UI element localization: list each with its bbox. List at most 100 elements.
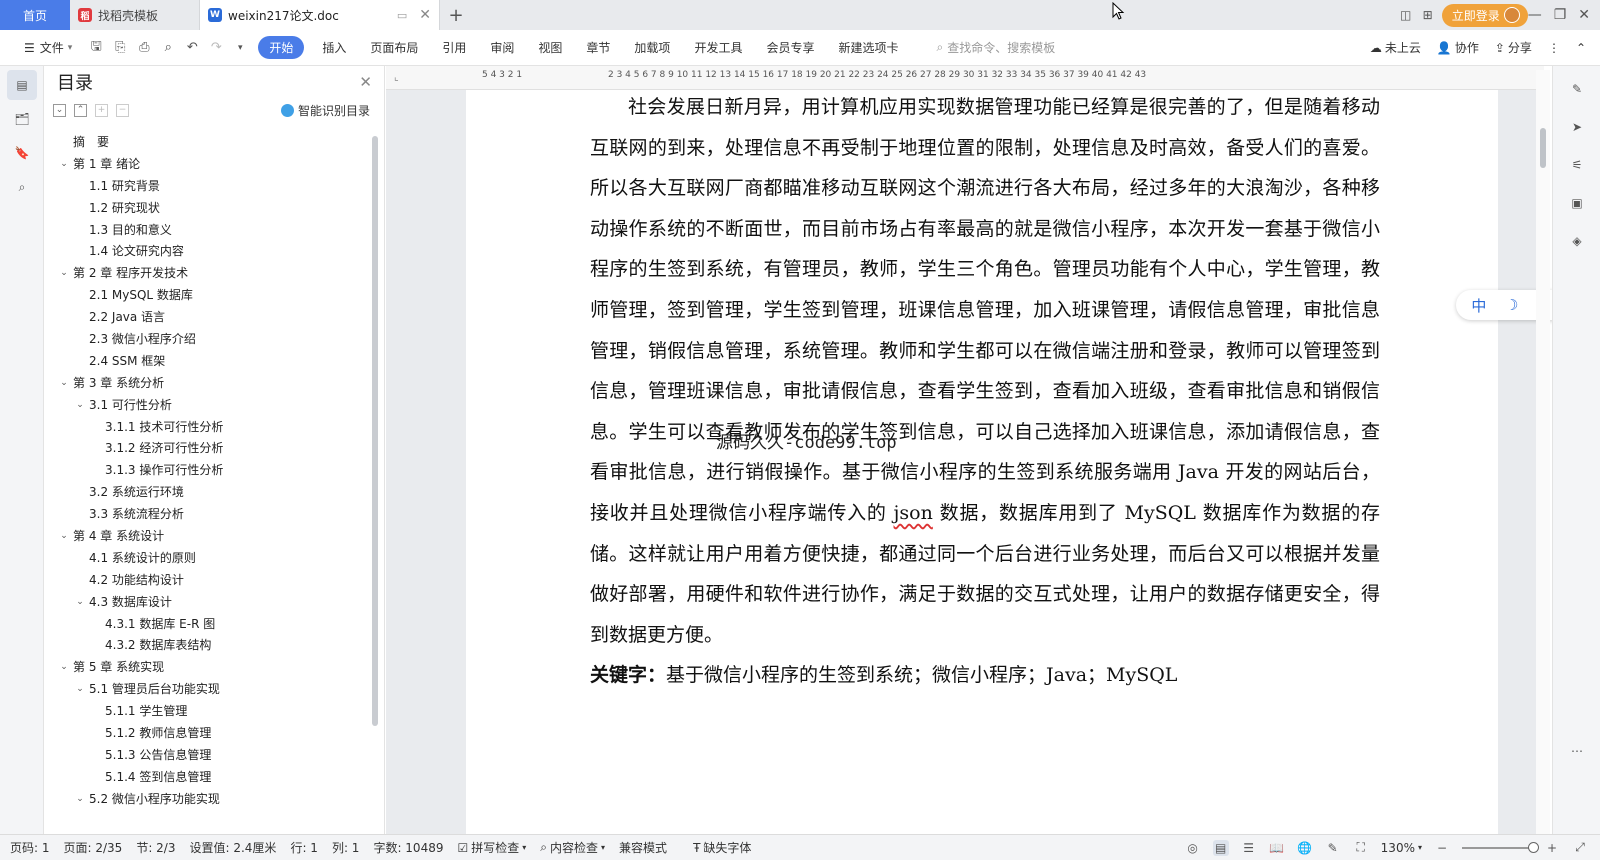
toc-item[interactable]: ⌄ 第 4 章 系统设计 <box>45 526 369 548</box>
toc-item[interactable]: 2.4 SSM 框架 <box>45 351 369 373</box>
tab-member[interactable]: 会员专享 <box>754 39 826 56</box>
tab-template[interactable]: 稻 找稻壳模板 <box>70 0 200 30</box>
redo-icon[interactable]: ↷ <box>207 39 225 57</box>
zoom-slider-knob[interactable] <box>1528 841 1539 853</box>
collapse-ribbon-icon[interactable]: ⌃ <box>1576 41 1586 55</box>
close-icon[interactable]: ✕ <box>359 73 372 91</box>
toc-item[interactable]: 4.2 功能结构设计 <box>45 570 369 592</box>
close-tab-icon[interactable]: ✕ <box>419 7 431 23</box>
image-tool-icon[interactable]: ▣ <box>1562 188 1592 218</box>
save-icon[interactable]: 🖫 <box>87 39 105 57</box>
page-view-icon[interactable]: ▤ <box>1212 839 1229 856</box>
missing-font-button[interactable]: Ŧ 缺失字体 <box>693 839 751 856</box>
toc-item[interactable]: 3.3 系统流程分析 <box>45 504 369 526</box>
tab-view[interactable]: 视图 <box>526 39 574 56</box>
zoom-in-icon[interactable]: + <box>1544 840 1560 856</box>
reading-view-icon[interactable]: 📖 <box>1269 840 1285 856</box>
fullscreen-icon[interactable]: ⤢ <box>1572 840 1588 856</box>
toc-item[interactable]: ⌄ 3.1 可行性分析 <box>45 395 369 417</box>
toc-item[interactable]: 摘 要 <box>45 132 369 154</box>
undo-icon[interactable]: ↶ <box>183 39 201 57</box>
chevron-down-icon[interactable]: ⌄ <box>73 679 87 701</box>
chevron-down-icon[interactable]: ⌄ <box>57 373 71 395</box>
ime-lang[interactable]: 中 <box>1471 295 1486 316</box>
document-scrollbar[interactable] <box>1536 70 1550 834</box>
toc-item[interactable]: 2.2 Java 语言 <box>45 307 369 329</box>
tab-addins[interactable]: 加载项 <box>622 39 682 56</box>
print-icon[interactable]: ⎙ <box>135 39 153 57</box>
command-search[interactable]: ⌕ 查找命令、搜索模板 <box>910 39 1067 56</box>
toc-item[interactable]: 1.1 研究背景 <box>45 176 369 198</box>
zoom-level[interactable]: 130% ▾ <box>1381 841 1422 855</box>
cloud-status[interactable]: ☁ 未上云 <box>1370 39 1421 56</box>
toc-item[interactable]: ⌄ 4.3 数据库设计 <box>45 592 369 614</box>
toc-item[interactable]: 1.2 研究现状 <box>45 198 369 220</box>
toc-item[interactable]: 2.1 MySQL 数据库 <box>45 285 369 307</box>
print-preview-icon[interactable]: ⌕ <box>159 39 177 57</box>
toc-item[interactable]: 3.1.2 经济可行性分析 <box>45 438 369 460</box>
tab-page-layout[interactable]: 页面布局 <box>358 39 430 56</box>
tab-insert[interactable]: 插入 <box>310 39 358 56</box>
eye-protection-icon[interactable]: ◎ <box>1185 840 1201 856</box>
toc-item[interactable]: ⌄ 5.1 管理员后台功能实现 <box>45 679 369 701</box>
toc-item[interactable]: ⌄ 第 3 章 系统分析 <box>45 373 369 395</box>
toc-item[interactable]: 1.4 论文研究内容 <box>45 241 369 263</box>
chevron-down-icon[interactable]: ⌄ <box>73 592 87 614</box>
find-icon[interactable]: ⌕ <box>7 172 37 202</box>
chevron-down-icon[interactable]: ⌄ <box>57 154 71 176</box>
toc-item[interactable]: 3.1.3 操作可行性分析 <box>45 460 369 482</box>
chevron-down-icon[interactable]: ⌄ <box>73 789 87 811</box>
toc-item[interactable]: ⌄ 第 1 章 绪论 <box>45 154 369 176</box>
document-body[interactable]: 社会发展日新月异，用计算机应用实现数据管理功能已经算是很完善的了，但是随着移动互… <box>590 87 1380 696</box>
tab-review[interactable]: 审阅 <box>478 39 526 56</box>
export-pdf-icon[interactable]: ⎘ <box>111 39 129 57</box>
more-options-icon[interactable]: ⋮ <box>1548 41 1560 55</box>
status-word-count[interactable]: 字数: 10489 <box>373 839 443 856</box>
restore-icon[interactable]: ❐ <box>1554 7 1567 23</box>
toc-item[interactable]: 3.2 系统运行环境 <box>45 482 369 504</box>
abstract-paragraph[interactable]: 社会发展日新月异，用计算机应用实现数据管理功能已经算是很完善的了，但是随着移动互… <box>590 87 1380 655</box>
minimize-icon[interactable]: — <box>1528 7 1542 23</box>
toc-item[interactable]: 4.3.2 数据库表结构 <box>45 635 369 657</box>
toc-item[interactable]: ⌄ 第 2 章 程序开发技术 <box>45 263 369 285</box>
status-setting[interactable]: 设置值: 2.4厘米 <box>189 839 276 856</box>
file-menu[interactable]: ☰ 文件 ▾ <box>12 39 84 56</box>
toc-item[interactable]: 5.1.3 公告信息管理 <box>45 745 369 767</box>
toc-item[interactable]: 5.1.2 教师信息管理 <box>45 723 369 745</box>
chapter-nav-icon[interactable]: 🗂 <box>7 104 37 134</box>
layout-toggle-icon[interactable]: ◫ <box>1398 7 1414 23</box>
tab-references[interactable]: 引用 <box>430 39 478 56</box>
toc-panel-icon[interactable]: ▤ <box>7 70 37 100</box>
select-cursor-icon[interactable]: ➤ <box>1562 112 1592 142</box>
status-page[interactable]: 页面: 2/35 <box>64 839 123 856</box>
status-section[interactable]: 节: 2/3 <box>136 839 175 856</box>
tab-start[interactable]: 开始 <box>258 36 305 59</box>
more-icon[interactable]: ⋯ <box>1562 736 1592 766</box>
new-tab-button[interactable]: + <box>440 0 472 30</box>
edit-pen-icon[interactable]: ✎ <box>1562 74 1592 104</box>
document-scroll-thumb[interactable] <box>1540 128 1546 168</box>
toc-item[interactable]: 4.3.1 数据库 E-R 图 <box>45 614 369 636</box>
navigation-icon[interactable]: ◈ <box>1562 226 1592 256</box>
tab-chapter[interactable]: 章节 <box>574 39 622 56</box>
login-button[interactable]: 立即登录 <box>1441 3 1528 27</box>
pin-tab-icon[interactable]: ▭ <box>397 9 407 22</box>
tab-document[interactable]: W weixin217论文.doc ▭ ✕ <box>200 0 440 30</box>
collapse-all-icon[interactable]: ⌃ <box>74 103 87 117</box>
status-page-code[interactable]: 页码: 1 <box>10 839 50 856</box>
toc-scrollbar[interactable] <box>372 136 378 726</box>
toc-item[interactable]: 3.1.1 技术可行性分析 <box>45 417 369 439</box>
write-mode-icon[interactable]: ✎ <box>1325 840 1341 856</box>
spell-check-button[interactable]: ☑ 拼写检查 ▾ <box>457 839 526 856</box>
keywords-paragraph[interactable]: 关键字：基于微信小程序的生签到系统；微信小程序；Java；MySQL <box>590 655 1380 696</box>
add-heading-icon[interactable]: + <box>95 103 108 117</box>
smart-toc-button[interactable]: 智能识别目录 <box>280 102 376 119</box>
tab-developer[interactable]: 开发工具 <box>682 39 754 56</box>
bookmark-icon[interactable]: 🔖 <box>7 138 37 168</box>
ime-moon-icon[interactable]: ☽ <box>1505 296 1518 314</box>
toc-item[interactable]: ⌄ 第 5 章 系统实现 <box>45 657 369 679</box>
chevron-down-icon[interactable]: ⌄ <box>57 657 71 679</box>
expand-all-icon[interactable]: ⌄ <box>53 103 66 117</box>
share-button[interactable]: ⇪ 分享 <box>1495 39 1532 56</box>
spellcheck-word[interactable]: json <box>894 502 933 524</box>
